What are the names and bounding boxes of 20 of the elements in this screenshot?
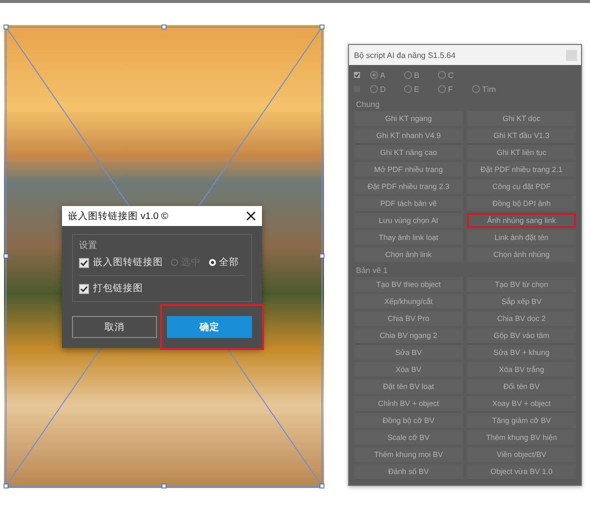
dialog-title: 嵌入图转链接图 v1.0 © <box>68 210 168 222</box>
checkbox-label: 嵌入图转链接图 <box>93 256 163 269</box>
radio-label: F <box>448 84 453 94</box>
checkbox[interactable] <box>79 284 89 294</box>
section-title: Chung <box>356 100 381 109</box>
radio-label: B <box>414 70 420 80</box>
radio-label: A <box>380 70 386 80</box>
radio-label: E <box>414 84 420 94</box>
radio-label: 全部 <box>219 256 239 269</box>
radio-label: Tìm <box>482 84 496 94</box>
checkbox[interactable] <box>79 258 89 268</box>
panel-title: Bộ script AI đa năng S1.5.64 <box>354 50 456 60</box>
cancel-button[interactable]: 取消 <box>72 316 157 338</box>
radio-label: D <box>380 84 386 94</box>
group-title: 设置 <box>79 239 98 252</box>
radio-label: C <box>448 70 454 80</box>
close-icon[interactable] <box>246 211 256 221</box>
confirm-button[interactable]: 确定 <box>167 316 252 338</box>
section-title: Bản vẽ 1 <box>356 266 389 275</box>
checkbox-label: 打包链接图 <box>93 282 143 295</box>
